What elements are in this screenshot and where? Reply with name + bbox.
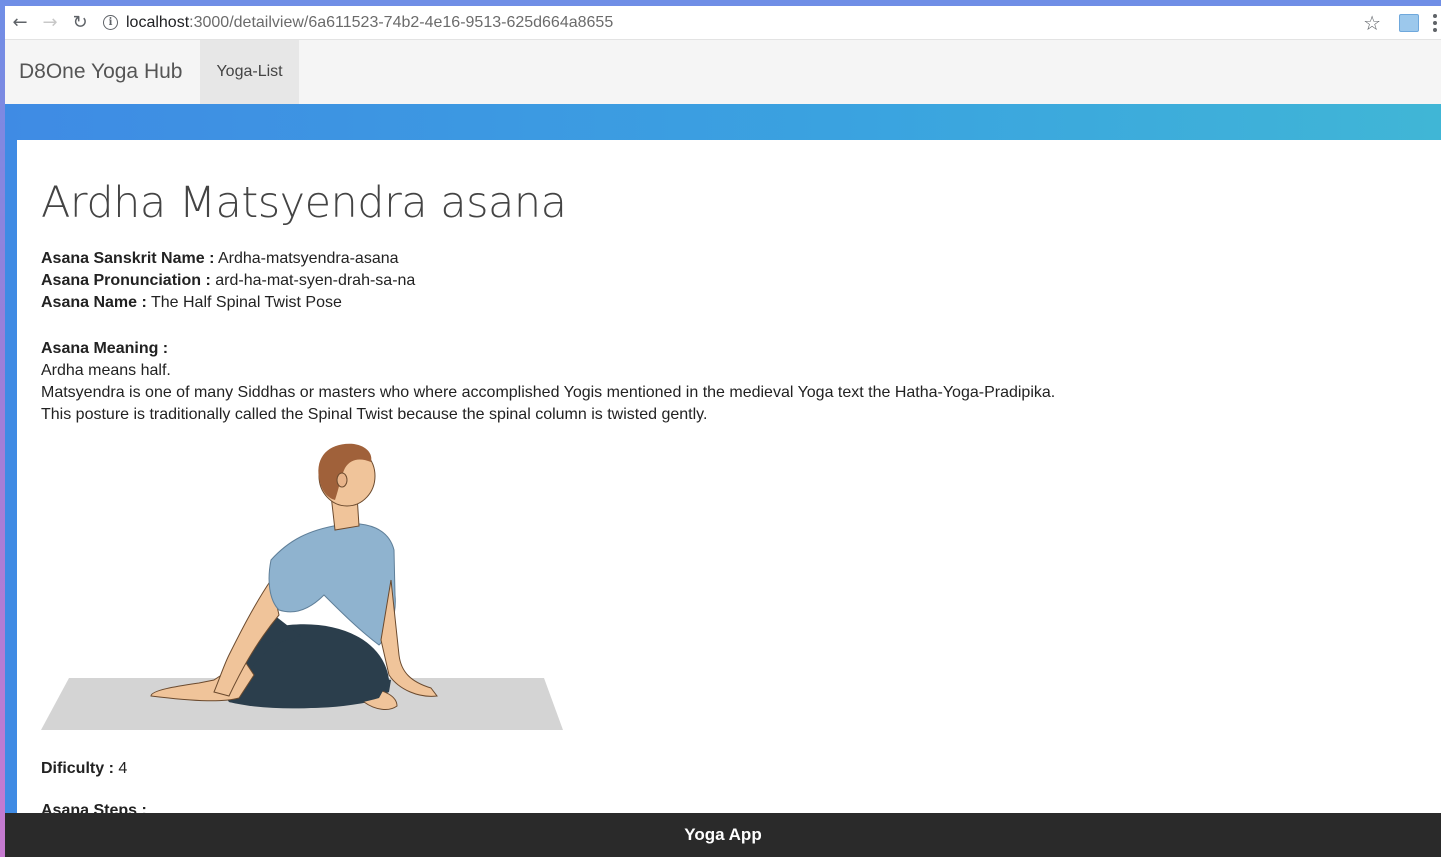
sanskrit-name-label: Asana Sanskrit Name : (41, 250, 215, 267)
meaning-line: Matsyendra is one of many Siddhas or mas… (41, 384, 1056, 401)
forward-arrow-icon[interactable]: → (35, 8, 65, 38)
asana-name-label: Asana Name : (41, 294, 147, 311)
browser-menu-icon[interactable] (1433, 14, 1439, 32)
meaning-label: Asana Meaning : (41, 340, 169, 357)
header-banner (5, 104, 1441, 140)
app-navbar: D8One Yoga Hub Yoga-List (5, 40, 1441, 104)
extension-icon[interactable] (1399, 14, 1419, 32)
address-bar: ← → ↻ i localhost:3000/detailview/6a6115… (5, 6, 1441, 40)
url-host: localhost (126, 13, 190, 31)
difficulty-line: Dificulty : 4 (41, 760, 1417, 778)
pronunciation-line: Asana Pronunciation : ard-ha-mat-syen-dr… (41, 270, 1417, 292)
browser-window: ← → ↻ i localhost:3000/detailview/6a6115… (5, 6, 1441, 857)
url-path: :3000/detailview/6a611523-74b2-4e16-9513… (189, 13, 614, 31)
page-title: Ardha Matsyendra asana (41, 178, 567, 228)
pronunciation-value: ard-ha-mat-syen-drah-sa-na (210, 272, 416, 289)
sanskrit-name-line: Asana Sanskrit Name : Ardha-matsyendra-a… (41, 248, 1417, 270)
asana-detail-card: Ardha Matsyendra asana Asana Sanskrit Na… (17, 140, 1441, 857)
nav-link-yoga-list[interactable]: Yoga-List (200, 40, 299, 104)
difficulty-value: 4 (113, 760, 128, 777)
content-area: Ardha Matsyendra asana Asana Sanskrit Na… (5, 140, 1441, 857)
asana-name-value: The Half Spinal Twist Pose (146, 294, 342, 311)
bookmark-star-icon[interactable]: ☆ (1363, 11, 1381, 35)
asana-pose-illustration (41, 443, 563, 730)
app-footer: Yoga App (5, 813, 1441, 857)
difficulty-label: Dificulty : (41, 760, 114, 777)
url-field[interactable]: i localhost:3000/detailview/6a611523-74b… (103, 14, 613, 32)
pronunciation-label: Asana Pronunciation : (41, 272, 211, 289)
meaning-heading: Asana Meaning : (41, 338, 1417, 360)
reload-icon[interactable]: ↻ (65, 8, 95, 38)
footer-label: Yoga App (684, 825, 762, 844)
info-icon[interactable]: i (103, 15, 118, 30)
url-text[interactable]: localhost:3000/detailview/6a611523-74b2-… (126, 14, 613, 32)
meaning-line: Ardha means half. (41, 362, 171, 379)
brand-title[interactable]: D8One Yoga Hub (19, 60, 182, 84)
back-arrow-icon[interactable]: ← (5, 8, 35, 38)
meaning-line: This posture is traditionally called the… (41, 406, 708, 423)
asana-name-line: Asana Name : The Half Spinal Twist Pose (41, 292, 1417, 314)
sanskrit-name-value: Ardha-matsyendra-asana (214, 250, 399, 267)
